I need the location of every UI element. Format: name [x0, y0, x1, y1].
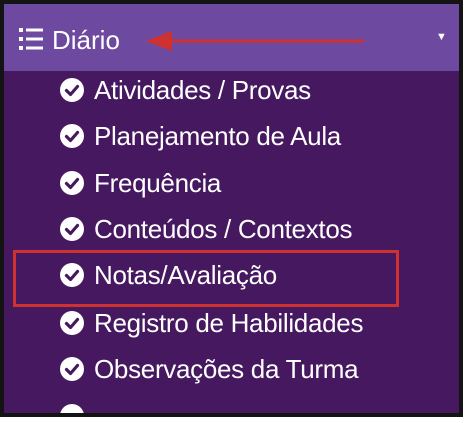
check-circle-icon — [60, 357, 84, 381]
check-circle-icon — [60, 171, 84, 195]
menu-item-observacoes-da-turma[interactable]: Observações da Turma — [4, 349, 444, 391]
menu-item-label: Frequência — [94, 168, 222, 198]
menu-item-label: Observações da Turma — [94, 354, 359, 384]
menu-item-registro-de-habilidades[interactable]: Registro de Habilidades — [4, 303, 444, 345]
menu-item-atividades-provas[interactable]: Atividades / Provas — [4, 70, 444, 112]
menu-item-conteudos-contextos[interactable]: Conteúdos / Contextos — [4, 209, 444, 251]
menu-item-label: Planejamento de Aula — [94, 121, 341, 151]
menu-item-label: Atividades / Provas — [94, 75, 311, 105]
caret-down-icon: ▼ — [436, 31, 447, 43]
annotation-arrow — [146, 31, 364, 51]
annotation-highlight-box — [13, 250, 399, 307]
menu-item-label: Conteúdos / Contextos — [94, 214, 353, 244]
check-circle-icon — [60, 78, 84, 102]
check-circle-icon — [60, 217, 84, 241]
check-circle-icon — [60, 404, 84, 413]
screenshot-frame: Diário ▼ Atividades / Provas Planejament… — [0, 0, 463, 417]
list-icon — [19, 28, 43, 50]
menu-item-label: Registro de Habilidades — [94, 308, 364, 338]
menu-item-planejamento-de-aula[interactable]: Planejamento de Aula — [4, 116, 444, 158]
header-title: Diário — [52, 25, 120, 55]
check-circle-icon — [60, 311, 84, 335]
menu-item-frequencia[interactable]: Frequência — [4, 163, 444, 205]
check-circle-icon — [60, 124, 84, 148]
